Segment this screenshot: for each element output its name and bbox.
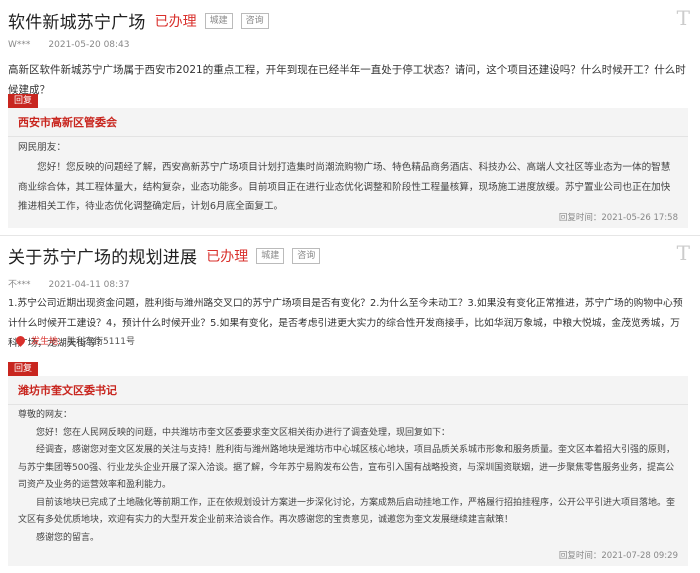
reply-time: 回复时间：2021-07-28 09:29 [558,551,678,561]
post-time: 2021-04-11 08:37 [48,280,130,290]
location-pin-icon [14,334,27,347]
post-time: 2021-05-20 08:43 [48,40,130,50]
author-name: 不*** [8,280,31,290]
category-tag[interactable]: 城建 [256,247,285,264]
reply-divider [8,136,688,137]
reply-paragraph: 经调查，感谢您对奎文区发展的关注与支持！胜利街与潍州路地块是潍坊市中心城区核心地… [18,445,676,490]
status-label: 已办理 [154,13,197,30]
reply-paragraph: 目前该地块已完成了土地融化等前期工作，正在依规划设计方案进一步深化讨论，方案成熟… [18,497,676,526]
reply-closing: 感谢您的留言。 [18,532,100,543]
post-meta: W*** 2021-05-20 08:43 [8,40,130,50]
reply-paragraph: 您好！您在人民网反映的问题，中共潍坊市奎文区委要求奎文区相关街办进行了调查处理，… [18,427,451,438]
post-title[interactable]: 软件新城苏宁广场 [8,8,146,33]
reply-divider [8,404,688,405]
reply-paragraph: 您好！您反映的问题经了解，西安高新苏宁广场项目计划打造集时尚潮流购物广场、特色精… [18,161,671,213]
type-tag[interactable]: 咨询 [292,247,321,264]
reply-badge: 回复 [8,362,39,377]
message-post: 软件新城苏宁广场 已办理 城建 咨询 T W*** 2021-05-20 08:4… [0,0,700,236]
text-size-icon[interactable]: T [677,6,690,30]
location-label: 发生地: [31,337,62,347]
location: 发生地: 胜利东街5111号 [14,334,135,347]
reply-badge: 回复 [8,94,39,109]
reply-box: 潍坊市奎文区委书记 尊敬的网友： 您好！您在人民网反映的问题，中共潍坊市奎文区委… [8,376,688,566]
post-title[interactable]: 关于苏宁广场的规划进展 [8,243,197,268]
post-header: 软件新城苏宁广场 已办理 城建 咨询 [8,8,269,33]
text-size-icon[interactable]: T [677,241,690,265]
reply-greeting: 尊敬的网友： [18,410,73,420]
reply-content: 尊敬的网友： 您好！您在人民网反映的问题，中共潍坊市奎文区委要求奎文区相关街办进… [18,407,676,547]
reply-greeting: 网民朋友： [18,142,66,153]
status-label: 已办理 [206,248,249,265]
reply-organization: 潍坊市奎文区委书记 [18,384,117,397]
category-tag[interactable]: 城建 [204,12,233,29]
message-post: 关于苏宁广场的规划进展 已办理 城建 咨询 T 不*** 2021-04-11 0… [0,236,700,573]
reply-content: 网民朋友： 您好！您反映的问题经了解，西安高新苏宁广场项目计划打造集时尚潮流购物… [18,138,676,217]
author-name: W*** [8,40,31,50]
post-header: 关于苏宁广场的规划进展 已办理 城建 咨询 [8,243,321,268]
location-value: 胜利东街5111号 [67,337,135,347]
reply-box: 西安市高新区管委会 网民朋友： 您好！您反映的问题经了解，西安高新苏宁广场项目计… [8,108,688,228]
reply-time: 回复时间：2021-05-26 17:58 [558,213,678,223]
question-text: 高新区软件新城苏宁广场属于西安市2021的重点工程，开年到现在已经半年一直处于停… [8,64,686,96]
type-tag[interactable]: 咨询 [240,12,269,29]
post-meta: 不*** 2021-04-11 08:37 [8,277,130,290]
reply-organization: 西安市高新区管委会 [18,116,117,129]
